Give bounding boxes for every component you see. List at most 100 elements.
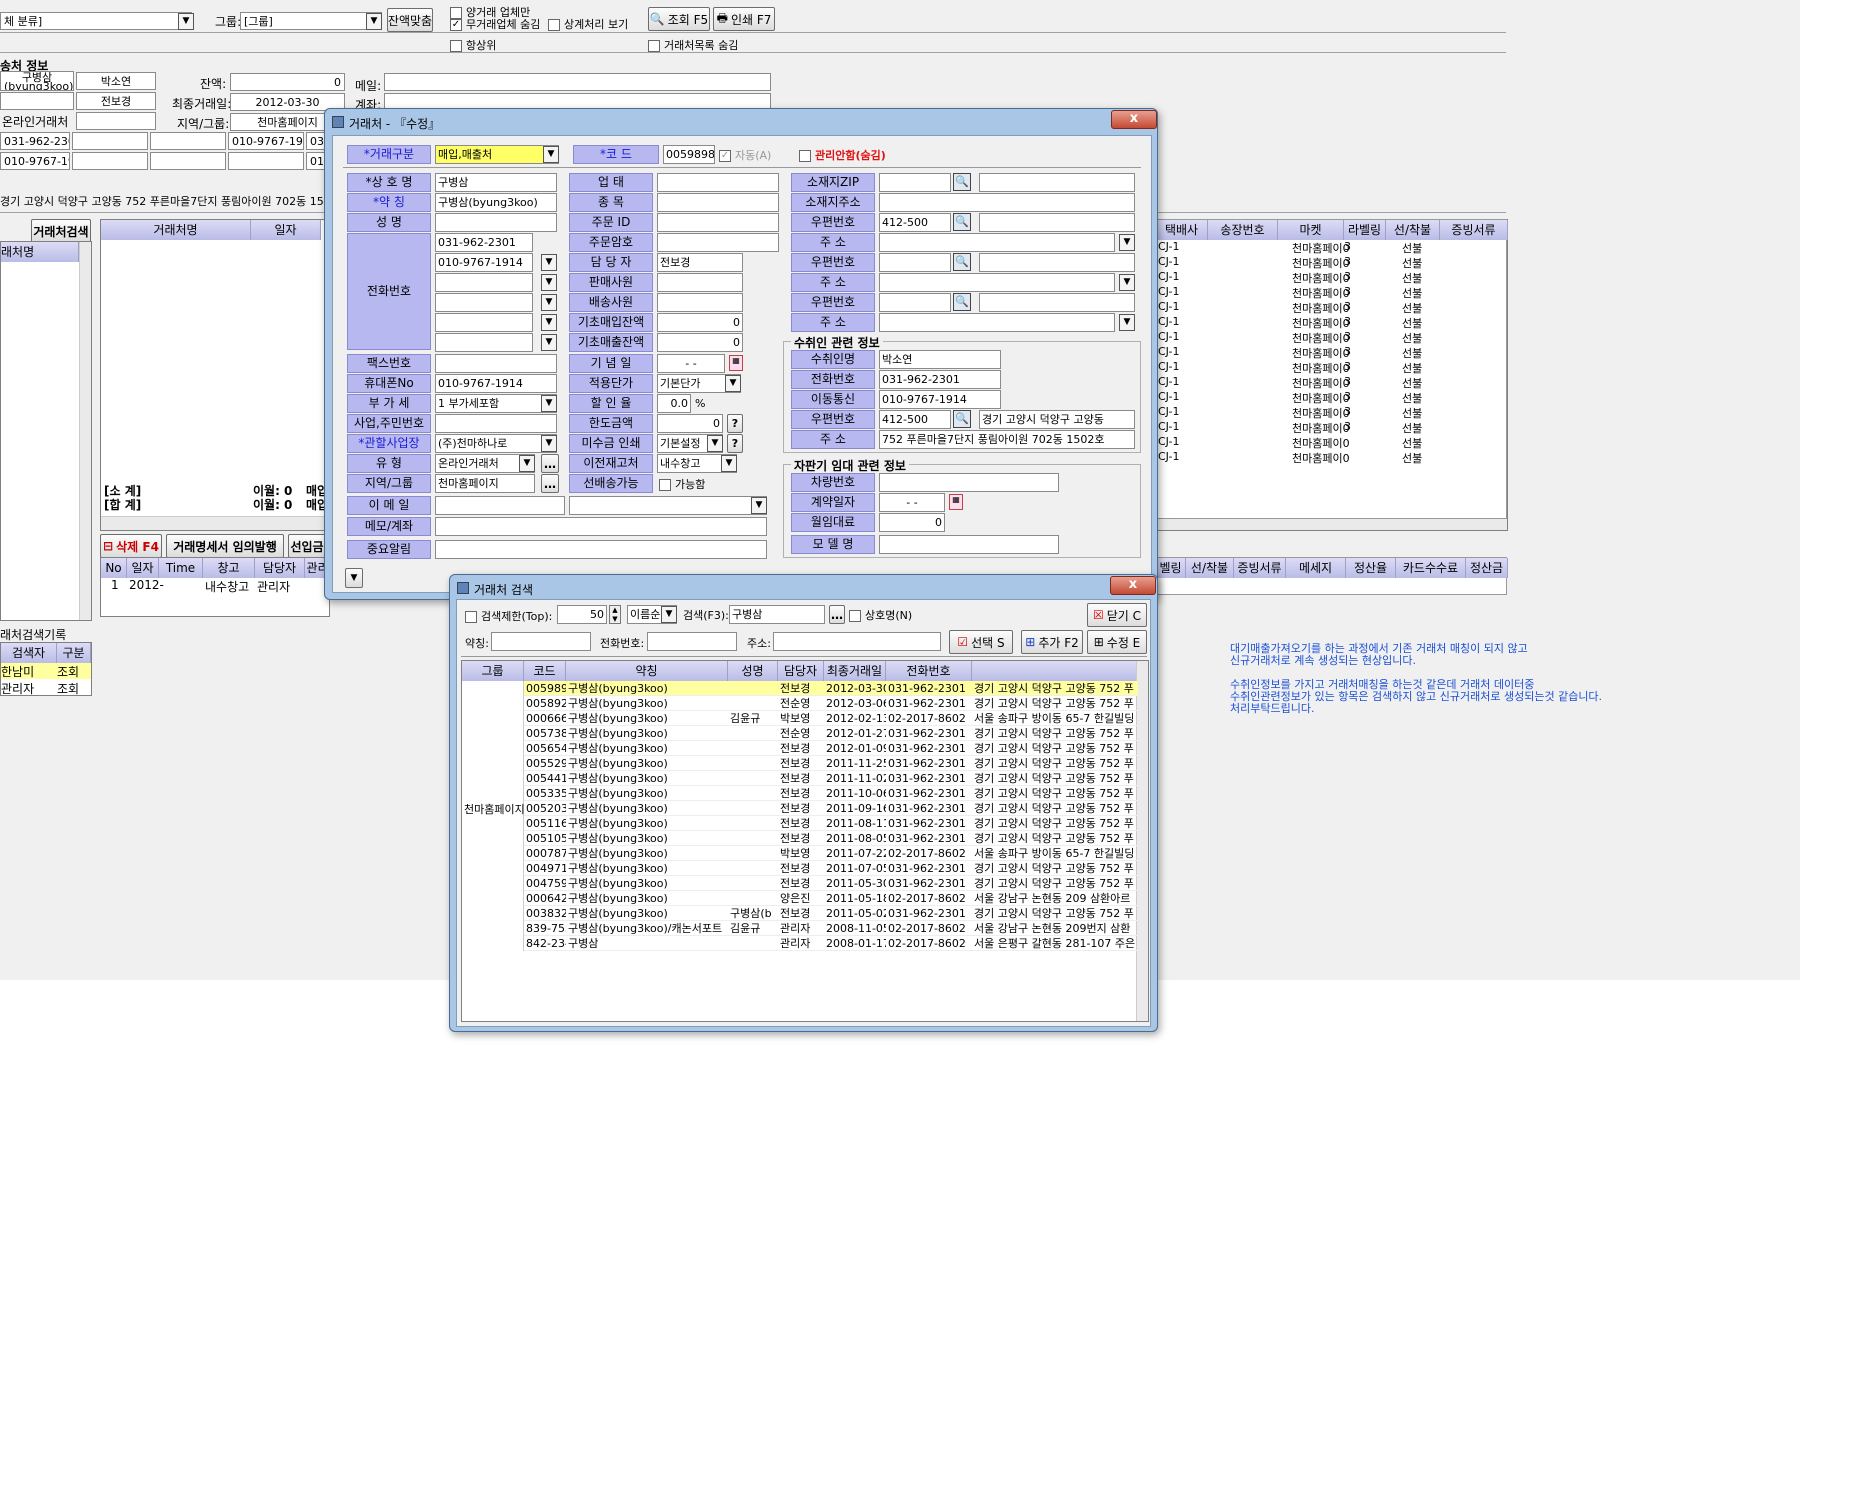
issue-statement-button[interactable]: 거래명세서 임의발행 (166, 534, 284, 558)
email-field[interactable] (384, 73, 771, 91)
chevron-down-icon[interactable]: ▼ (1119, 274, 1135, 291)
hidden-checkbox[interactable]: 관리안함(숨김) (799, 147, 886, 163)
select-s-button[interactable]: ☑ 선택 S (949, 630, 1013, 654)
vat-select[interactable]: 1 부가세포함 (435, 394, 557, 413)
spinner-icon[interactable]: ▲ ▼ (609, 605, 621, 624)
client-search-button[interactable]: 거래처검색 (31, 219, 91, 243)
contact-field[interactable]: 박소연 (76, 72, 156, 90)
search-more-button[interactable]: … (829, 605, 845, 624)
discount-field[interactable]: 0.0 (657, 394, 691, 413)
hide-client-list-checkbox[interactable]: 거래처목록 숨김 (648, 37, 738, 53)
bizno-field[interactable] (435, 414, 557, 433)
model-name-field[interactable] (879, 535, 1059, 554)
blank-field[interactable] (0, 92, 74, 110)
chevron-down-icon[interactable]: ▼ (519, 455, 535, 472)
expand-button[interactable]: ▼ (345, 568, 363, 588)
phone-field-5[interactable] (435, 313, 533, 332)
table-row[interactable]: 00511611구병삼(byung3koo) 전보경 2011-08-11031-9… (524, 816, 1138, 831)
calendar-icon[interactable]: ▦ (949, 494, 963, 510)
address-select-2[interactable] (879, 273, 1115, 292)
location-zip-field[interactable] (879, 173, 951, 192)
phone-input[interactable] (647, 632, 737, 651)
table-row[interactable]: 00078731구병삼(byung3koo) 박보영 2011-07-2202-20… (524, 846, 1138, 861)
email-field[interactable] (435, 496, 565, 515)
table-row[interactable]: 00598987구병삼(byung3koo) 전보경 2012-03-30031-9… (524, 681, 1138, 696)
phone-field-blank[interactable] (150, 132, 226, 150)
delete-f4-button[interactable]: ⊟ 삭제 F4 (100, 534, 162, 558)
chevron-down-icon[interactable]: ▼ (661, 606, 677, 623)
table-row[interactable]: 839-755구병삼(byung3koo)/캐논서포트 김윤규 관리자 2008-11… (524, 921, 1138, 936)
chevron-down-icon[interactable]: ▼ (707, 435, 723, 452)
table-row[interactable]: 00544181구병삼(byung3koo) 전보경 2011-11-02031-9… (524, 771, 1138, 786)
table-row[interactable]: 00510541구병삼(byung3koo) 전보경 2011-08-05031-9… (524, 831, 1138, 846)
balance-adjust-button[interactable]: 잔액맞춤 (387, 8, 433, 32)
search-results-grid[interactable]: 그룹코드약칭성명담당자최종거래일전화번호천마홈페이지00598987구병삼(by… (461, 660, 1149, 1022)
prepay-button[interactable]: 선입금 (288, 534, 326, 558)
biz-type-field[interactable] (657, 173, 779, 192)
branch-select[interactable]: (주)천마하나로 (435, 434, 557, 453)
table-row[interactable]: 00475951구병삼(byung3koo) 전보경 2011-05-30031-9… (524, 876, 1138, 891)
phone-field-blank[interactable] (72, 132, 148, 150)
phone-field-1[interactable]: 031-962-2301 (435, 233, 533, 252)
chevron-down-icon[interactable]: ▼ (178, 13, 194, 30)
phone-field-3[interactable]: 010-9767-1914 (0, 152, 70, 170)
edit-e-button[interactable]: ⊞ 수정 E (1087, 630, 1147, 654)
chevron-down-icon[interactable]: ▼ (543, 146, 559, 163)
phone-field-trunc[interactable]: 010 (306, 152, 326, 170)
chevron-down-icon[interactable]: ▼ (541, 435, 557, 452)
kind-more-button[interactable]: … (541, 454, 559, 473)
lower-grid[interactable]: No 일자 Time 창고 담당자 관리 1 2012- 내수창고 관리자 (100, 557, 331, 617)
email-domain-select[interactable] (569, 496, 767, 515)
order-id-field[interactable] (657, 213, 779, 232)
recipient-addr2-field[interactable]: 752 푸른마을7단지 풍림아이원 702동 1502호 (879, 430, 1135, 449)
chevron-down-icon[interactable]: ▼ (1119, 234, 1135, 251)
region-more-button[interactable]: … (541, 474, 559, 493)
search-icon[interactable]: 🔍 (953, 410, 971, 428)
right-lower-grid[interactable]: 벨링 선/착불 증빙서류 메세지 정산율 카드수수료 정산금 (1155, 557, 1508, 595)
phone-field-1[interactable]: 031-962-2301 (0, 132, 70, 150)
recipient-mobile-field[interactable]: 010-9767-1914 (879, 390, 1001, 409)
table-row[interactable]: 00497111구병삼(byung3koo) 전보경 2011-07-05031-9… (524, 861, 1138, 876)
category-select[interactable]: 체 분류] (0, 12, 192, 30)
order-password-field[interactable] (657, 233, 779, 252)
phone-field-blank[interactable] (228, 152, 304, 170)
table-row[interactable]: 00589277구병삼(byung3koo) 전순영 2012-03-06031-9… (524, 696, 1138, 711)
contract-date-field[interactable]: - - (879, 493, 945, 512)
phone-field-4[interactable] (435, 293, 533, 312)
manager-field[interactable]: 전보경 (657, 253, 743, 272)
recipient-addr1-field[interactable]: 경기 고양시 덕양구 고양동 (979, 410, 1135, 429)
balance-field[interactable]: 0 (230, 73, 345, 91)
phone-field-2[interactable]: 010-9767-1914 (228, 132, 304, 150)
table-row[interactable]: 00533571구병삼(byung3koo) 전보경 2011-10-06031-9… (524, 786, 1138, 801)
mobile-field[interactable]: 010-9767-1914 (435, 374, 557, 393)
phone-field-3[interactable] (435, 273, 533, 292)
client-name-field[interactable]: 구병삼 (byung3koo) (0, 71, 74, 91)
recipient-zip-field[interactable]: 412-500 (879, 410, 951, 429)
right-grid[interactable]: 택배사 송장번호 마켓 라벨링 선/착불 증빙서류 CJ-1 천마홈페이0 3 선불 CJ-1 천마홈… (1155, 219, 1508, 519)
hide-no-trade-checkbox[interactable]: ✓ 무거래업체 숨김 (450, 16, 540, 32)
phone-field-2[interactable]: 010-9767-1914 (435, 253, 533, 272)
search-icon[interactable]: 🔍 (953, 293, 971, 311)
location-zip-extra[interactable] (979, 173, 1135, 192)
chevron-down-icon[interactable]: ▼ (721, 455, 737, 472)
blank-field[interactable] (76, 112, 156, 130)
recipient-name-field[interactable]: 박소연 (879, 350, 1001, 369)
company-field[interactable]: 구병삼 (435, 173, 557, 192)
chevron-down-icon[interactable]: ▼ (541, 395, 557, 412)
important-notice-field[interactable] (435, 540, 767, 559)
chevron-down-icon[interactable]: ▼ (1119, 314, 1135, 331)
zip-field-2[interactable] (879, 253, 951, 272)
table-row[interactable]: 00552911구병삼(byung3koo) 전보경 2011-11-25031-9… (524, 756, 1138, 771)
print-f7-button[interactable]: 🖶 인쇄 F7 (713, 7, 775, 31)
group-select[interactable]: [그룹] (240, 12, 382, 30)
zip-extra-3[interactable] (979, 293, 1135, 312)
chevron-down-icon[interactable]: ▼ (751, 497, 767, 514)
short-name-field[interactable]: 구병삼(byung3koo) (435, 193, 557, 212)
phone-field-6[interactable] (435, 333, 533, 352)
offset-checkbox[interactable]: 상계처리 보기 (548, 16, 628, 32)
chevron-down-icon[interactable]: ▼ (541, 314, 557, 331)
anniversary-field[interactable]: - - (657, 354, 725, 373)
limit-field[interactable]: 0 (657, 414, 723, 433)
vehicle-number-field[interactable] (879, 473, 1059, 492)
buy-balance-field[interactable]: 0 (657, 313, 743, 332)
